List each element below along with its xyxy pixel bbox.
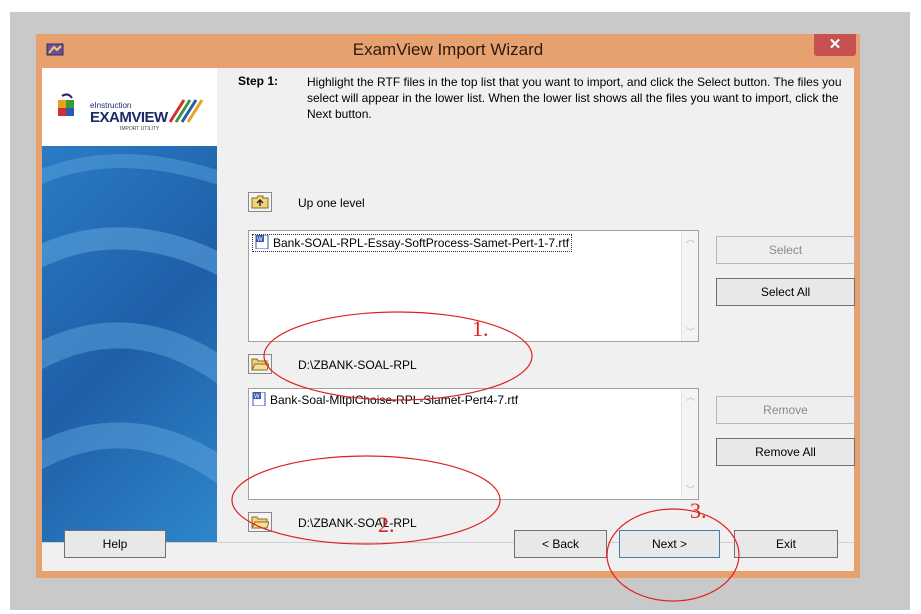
sidebar-decoration <box>42 146 217 542</box>
back-button[interactable]: < Back <box>514 530 607 558</box>
annotation-label-3: 3. <box>690 498 707 523</box>
examview-logo: eInstruction EXAMVIEW IMPORT UTILITY <box>56 92 206 132</box>
logo-brand: EXAMVIEW <box>90 109 168 126</box>
scroll-up-icon[interactable]: ︿ <box>685 392 696 403</box>
wizard-client-area: eInstruction EXAMVIEW IMPORT UTILITY Ste… <box>42 68 855 571</box>
annotation-label-1: 1. <box>472 316 489 341</box>
file-name: Bank-SOAL-RPL-Essay-SoftProcess-Samet-Pe… <box>273 236 570 250</box>
select-button[interactable]: Select <box>716 236 855 264</box>
open-folder-icon <box>251 358 269 371</box>
next-button[interactable]: Next > <box>619 530 720 558</box>
logo-mark-icon <box>58 93 74 116</box>
help-button[interactable]: Help <box>64 530 166 558</box>
step-label: Step 1: <box>238 74 279 88</box>
top-list-scrollbar[interactable]: ︿ ﹀ <box>681 231 698 341</box>
folder-up-icon <box>251 195 269 209</box>
svg-text:W: W <box>254 394 260 400</box>
top-folder-button[interactable] <box>248 354 272 374</box>
close-button[interactable]: ✕ <box>814 34 856 56</box>
step-instructions: Highlight the RTF files in the top list … <box>307 75 842 121</box>
scroll-down-icon[interactable]: ﹀ <box>685 485 696 496</box>
rtf-document-icon: W <box>252 392 266 406</box>
scroll-down-icon[interactable]: ﹀ <box>685 327 696 338</box>
up-one-level-button[interactable] <box>248 192 272 212</box>
rtf-document-icon: W <box>255 235 269 249</box>
list-item[interactable]: W Bank-SOAL-RPL-Essay-SoftProcess-Samet-… <box>252 234 573 252</box>
sidebar-panel: eInstruction EXAMVIEW IMPORT UTILITY <box>42 68 217 542</box>
exit-button[interactable]: Exit <box>734 530 838 558</box>
remove-all-button[interactable]: Remove All <box>716 438 855 466</box>
svg-text:W: W <box>257 237 263 243</box>
up-one-level-label: Up one level <box>298 196 365 210</box>
window-title: ExamView Import Wizard <box>352 40 544 59</box>
logo-subtitle: IMPORT UTILITY <box>120 126 160 132</box>
list-item[interactable]: W Bank-Soal-MltplChoise-RPL-Slamet-Pert4… <box>252 392 518 408</box>
bottom-list-scrollbar[interactable]: ︿ ﹀ <box>681 389 698 499</box>
remove-button[interactable]: Remove <box>716 396 855 424</box>
annotation-label-2: 2. <box>378 512 395 537</box>
top-folder-path: D:\ZBANK-SOAL-RPL <box>298 358 417 372</box>
bottom-folder-path: D:\ZBANK-SOAL-RPL <box>298 516 417 530</box>
open-folder-icon <box>251 516 269 529</box>
selected-files-list[interactable]: W Bank-Soal-MltplChoise-RPL-Slamet-Pert4… <box>248 388 699 500</box>
bottom-folder-button[interactable] <box>248 512 272 532</box>
title-bar[interactable]: ExamView Import Wizard ✕ <box>36 34 860 66</box>
scroll-up-icon[interactable]: ︿ <box>685 234 696 245</box>
select-all-button[interactable]: Select All <box>716 278 855 306</box>
import-wizard-window: ExamView Import Wizard ✕ eInstruction EX… <box>36 34 860 578</box>
logo-swoosh-icon <box>168 99 204 123</box>
file-name: Bank-Soal-MltplChoise-RPL-Slamet-Pert4-7… <box>270 393 519 407</box>
